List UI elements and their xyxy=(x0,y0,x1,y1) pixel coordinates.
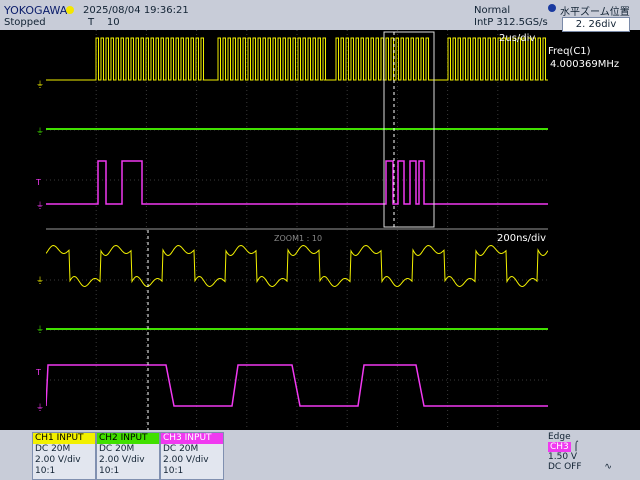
channel-markers: ⏚ ⏚ T ⏚ ⏚ ⏚ T ⏚ xyxy=(35,80,44,412)
zoom-ch1-ground-icon: ⏚ xyxy=(36,276,44,285)
ch3-trigger-icon: T xyxy=(35,178,41,187)
ch3-ground-icon: ⏚ xyxy=(36,201,44,210)
trigger-count-value: 10 xyxy=(106,17,120,28)
ch1-ground-icon: ⏚ xyxy=(36,80,44,89)
zoom-label: ZOOM1 : 10 xyxy=(274,234,322,243)
freq-value: 4.000369MHz xyxy=(550,59,620,70)
channel-panel: CH1 INPUT DC 20M 2.00 V/div 10:1 CH2 INP… xyxy=(0,430,640,480)
trigger-panel[interactable]: Edge CH3 ⌠ 1.50 V DC OFF ∿ xyxy=(548,432,638,478)
trigger-level: 1.50 V xyxy=(548,452,578,462)
trigger-type: Edge xyxy=(548,432,571,442)
timestamp: 2025/08/04 19:36:21 xyxy=(83,5,189,16)
ch2-probe: 10:1 xyxy=(99,466,120,476)
acquisition-mode: Normal xyxy=(474,5,511,16)
ch1-coupling: DC 20M xyxy=(35,444,71,454)
ch2-ground-icon: ⏚ xyxy=(36,127,44,136)
ch3-probe: 10:1 xyxy=(163,466,184,476)
brand-logo: YOKOGAWA xyxy=(4,4,68,17)
main-timebase: 2us/div xyxy=(499,33,535,44)
status-bar: YOKOGAWA 2025/08/04 19:36:21 Stopped T 1… xyxy=(0,0,640,32)
freq-label: Freq(C1) xyxy=(548,46,591,57)
ch2-scale: 2.00 V/div xyxy=(99,455,145,465)
rising-edge-icon: ⌠ xyxy=(573,442,579,452)
measurement-panel: Freq(C1) 4.000369MHz xyxy=(548,46,619,72)
trigger-count-label: T xyxy=(88,17,95,28)
zoom-ch3-ground-icon: ⏚ xyxy=(36,403,44,412)
zoom-ch3-trigger-icon: T xyxy=(35,368,41,377)
ch1-probe: 10:1 xyxy=(35,466,56,476)
ch3-box[interactable]: CH3 INPUT DC 20M 2.00 V/div 10:1 xyxy=(160,432,224,480)
ch1-scale: 2.00 V/div xyxy=(35,455,81,465)
zoom-ch2-ground-icon: ⏚ xyxy=(36,325,44,334)
ch3-scale: 2.00 V/div xyxy=(163,455,209,465)
hf-reject-icon: ∿ xyxy=(604,462,612,472)
waveform-display[interactable]: 2us/div ZOOM1 : 10 200ns/div xyxy=(46,30,548,430)
ch3-coupling: DC 20M xyxy=(163,444,199,454)
ch2-header: CH2 INPUT xyxy=(97,433,159,444)
trigger-source: CH3 xyxy=(548,442,571,452)
trigger-coupling: DC OFF xyxy=(548,462,582,472)
ch2-coupling: DC 20M xyxy=(99,444,135,454)
zoom-position-label: 水平ズーム位置 xyxy=(560,7,630,18)
trigger-count: T 10 xyxy=(88,17,120,28)
zoom-position-value: 2. 26div xyxy=(575,19,617,30)
run-status: Stopped xyxy=(4,17,46,28)
zoom-timebase: 200ns/div xyxy=(497,233,546,244)
ch1-box[interactable]: CH1 INPUT DC 20M 2.00 V/div 10:1 xyxy=(32,432,96,480)
sample-rate: IntP 312.5GS/s xyxy=(474,17,548,28)
knob-icon xyxy=(548,4,556,12)
zoom-position-field[interactable]: 2. 26div xyxy=(562,17,630,32)
ch1-header: CH1 INPUT xyxy=(33,433,95,444)
status-dot-icon xyxy=(66,6,74,14)
ch2-box[interactable]: CH2 INPUT DC 20M 2.00 V/div 10:1 xyxy=(96,432,160,480)
ch3-header: CH3 INPUT xyxy=(161,433,223,444)
